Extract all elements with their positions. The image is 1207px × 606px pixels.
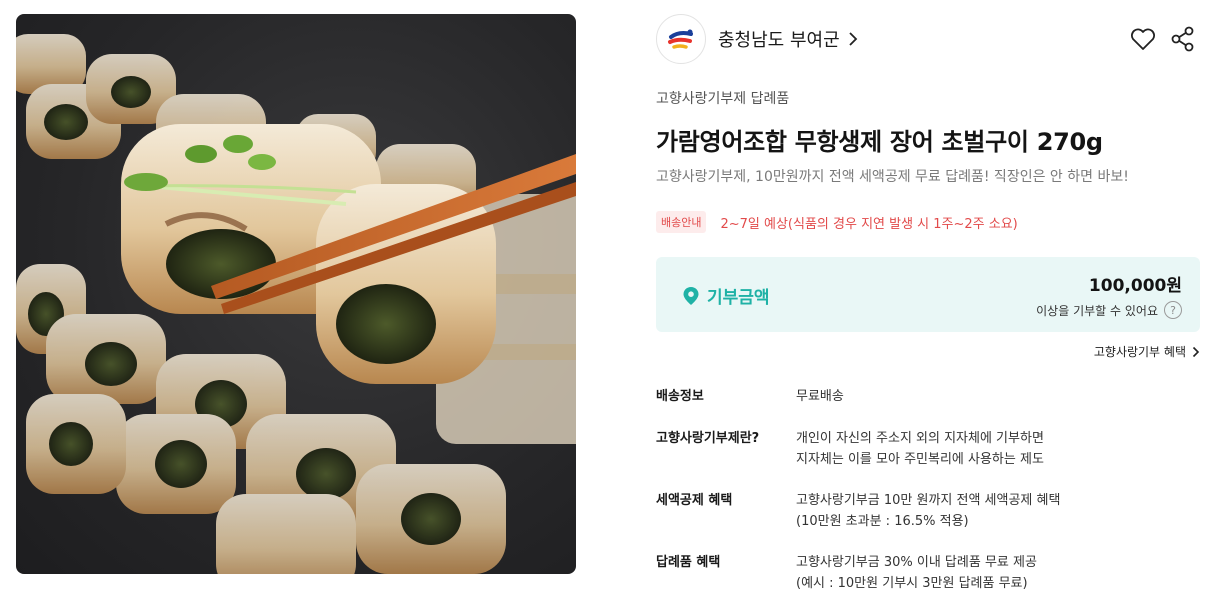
product-photo bbox=[16, 34, 576, 574]
shipping-estimate: 2~7일 예상(식품의 경우 지연 발생 시 1주~2주 소요) bbox=[720, 216, 1018, 232]
share-button[interactable] bbox=[1168, 24, 1198, 54]
info-line: 고향사랑기부금 10만 원까지 전액 세액공제 혜택 bbox=[796, 493, 1061, 508]
donation-label: 기부금액 bbox=[682, 283, 770, 308]
info-key: 답례품 혜택 bbox=[656, 555, 721, 570]
help-icon[interactable]: ? bbox=[1164, 301, 1182, 319]
donation-label-text: 기부금액 bbox=[707, 288, 770, 308]
like-button[interactable] bbox=[1128, 24, 1158, 54]
chevron-right-icon bbox=[849, 32, 857, 46]
heart-icon bbox=[1131, 28, 1155, 50]
info-line: 고향사랑기부금 30% 이내 답례품 무료 제공 bbox=[796, 555, 1037, 570]
donation-note-text: 이상을 기부할 수 있어요 bbox=[1036, 303, 1158, 318]
info-line: (10만원 초과분 : 16.5% 적용) bbox=[796, 514, 969, 529]
info-value: 무료배송 bbox=[796, 386, 844, 407]
info-value: 고향사랑기부금 30% 이내 답례품 무료 제공 (예시 : 10만원 기부시 … bbox=[796, 552, 1037, 594]
shipping-row: 배송안내 2~7일 예상(식품의 경우 지연 발생 시 1주~2주 소요) bbox=[656, 211, 1018, 233]
category-label: 고향사랑기부제 답례품 bbox=[656, 91, 790, 107]
info-value: 고향사랑기부금 10만 원까지 전액 세액공제 혜택 (10만원 초과분 : 1… bbox=[796, 490, 1060, 532]
donation-note: 이상을 기부할 수 있어요 ? bbox=[1036, 301, 1182, 319]
seller-link[interactable]: 충청남도 부여군 bbox=[718, 26, 858, 52]
info-line: 개인이 자신의 주소지 외의 지자체에 기부하면 bbox=[796, 431, 1044, 446]
info-key: 세액공제 혜택 bbox=[656, 493, 733, 508]
info-line: 무료배송 bbox=[796, 389, 844, 404]
share-icon bbox=[1171, 26, 1194, 52]
buyeo-county-logo[interactable] bbox=[656, 14, 706, 64]
product-title: 가람영어조합 무항생제 장어 초벌구이 270g bbox=[656, 128, 1103, 156]
seller-row: 충청남도 부여군 bbox=[656, 14, 1200, 64]
shipping-badge: 배송안내 bbox=[656, 211, 707, 233]
info-key: 고향사랑기부제란? bbox=[656, 431, 760, 446]
product-image bbox=[16, 14, 576, 574]
info-key: 배송정보 bbox=[656, 389, 704, 404]
benefit-link-label: 고향사랑기부 혜택 bbox=[1093, 345, 1186, 359]
donation-box: 기부금액 100,000원 이상을 기부할 수 있어요 ? bbox=[656, 257, 1200, 332]
benefit-link[interactable]: 고향사랑기부 혜택 bbox=[1094, 343, 1200, 360]
donation-amount: 100,000원 bbox=[1088, 276, 1182, 296]
info-value: 개인이 자신의 주소지 외의 지자체에 기부하면 지자체는 이를 모아 주민복리… bbox=[796, 428, 1044, 470]
product-subtitle: 고향사랑기부제, 10만원까지 전액 세액공제 무료 답례품! 직장인은 안 하… bbox=[656, 169, 1129, 185]
location-pin-icon bbox=[683, 286, 699, 305]
info-line: (예시 : 10만원 기부시 3만원 답례품 무료) bbox=[796, 576, 1028, 591]
chevron-right-icon bbox=[1192, 346, 1200, 357]
product-detail-panel: 충청남도 부여군 고향사랑기부제 답례품 가람영어조합 무항생제 장어 초벌구이… bbox=[656, 14, 1200, 594]
info-line: 지자체는 이를 모아 주민복리에 사용하는 제도 bbox=[796, 452, 1044, 467]
seller-name: 충청남도 부여군 bbox=[718, 30, 840, 51]
